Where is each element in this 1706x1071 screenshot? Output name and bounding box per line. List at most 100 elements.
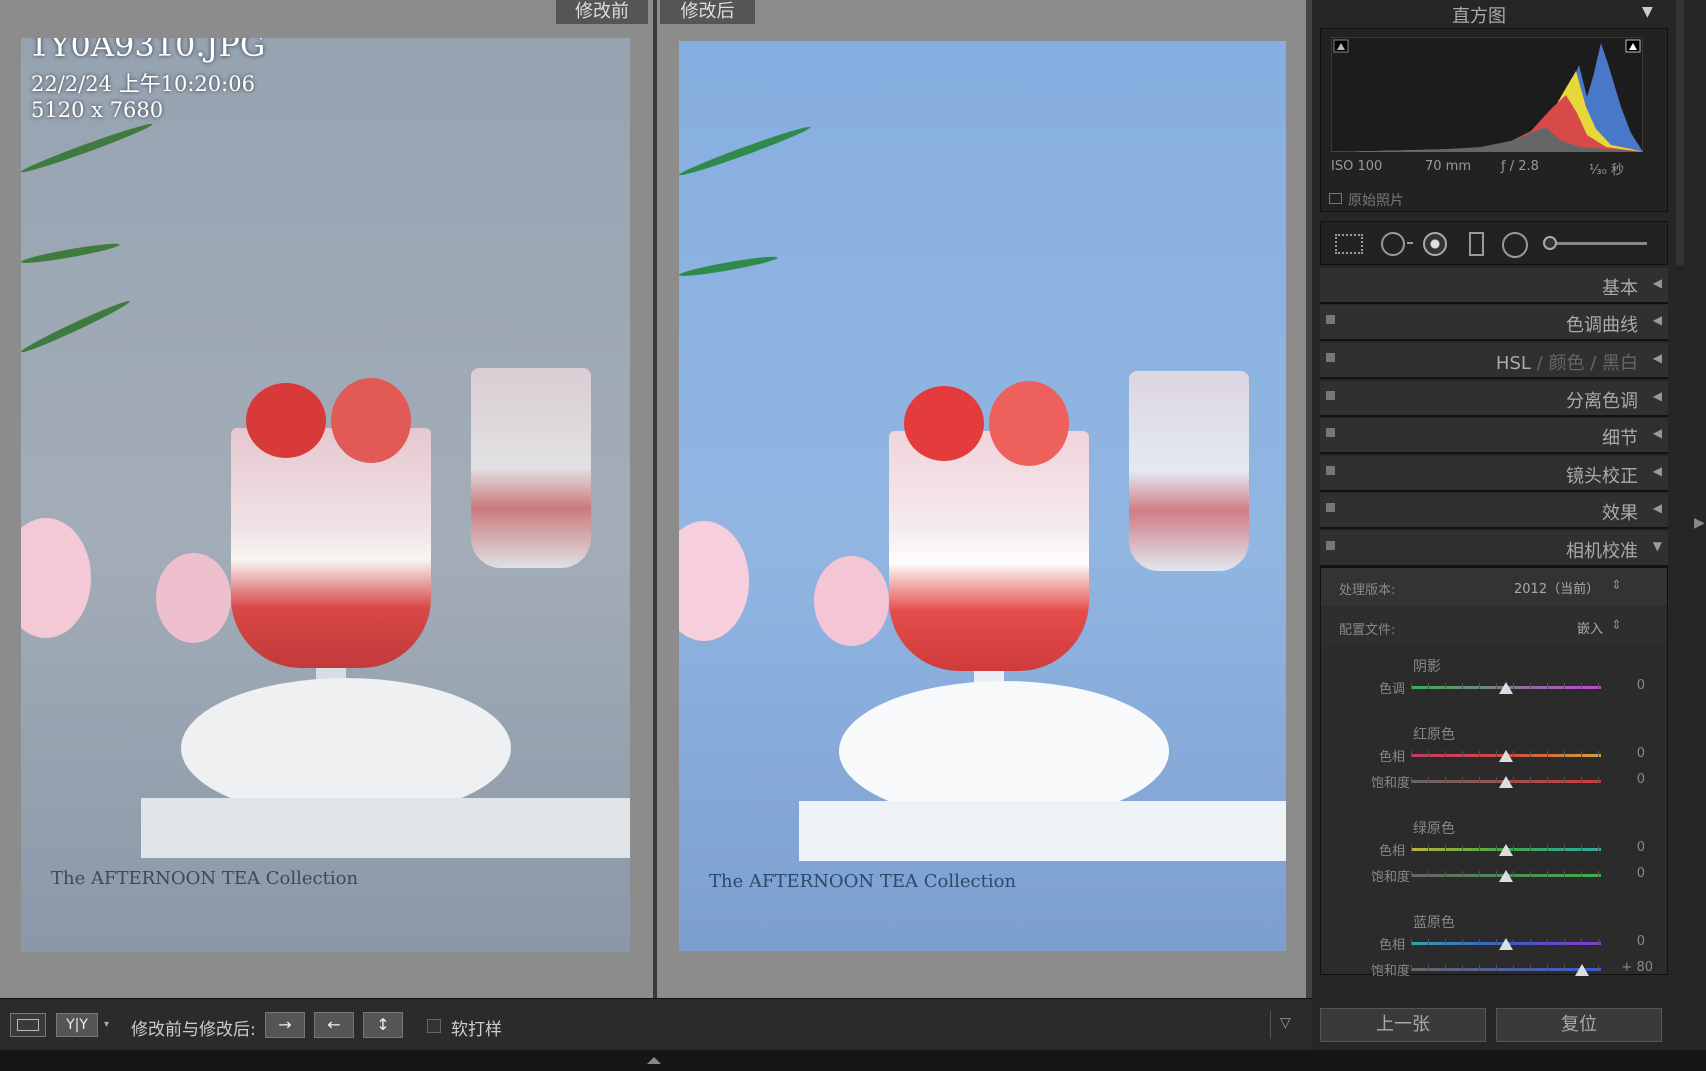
calibration-group-title: 阴影: [1413, 659, 1441, 675]
book-title: The AFTERNOON TEA Collection: [51, 868, 359, 889]
panel-split-toning[interactable]: 分离色调 ◀: [1320, 381, 1668, 417]
slider-value[interactable]: 0: [1637, 772, 1645, 787]
panel-effects[interactable]: 效果 ◀: [1320, 493, 1668, 529]
original-photo-label: 原始照片: [1348, 193, 1404, 209]
panel-camera-calibration[interactable]: 相机校准 ▼: [1320, 531, 1668, 567]
process-stepper-icon[interactable]: ⇕: [1611, 578, 1622, 593]
panel-hsl[interactable]: HSL / 颜色 / 黑白 ◀: [1320, 343, 1668, 379]
red-eye-icon[interactable]: [1423, 232, 1447, 256]
iso-value: ISO 100: [1331, 159, 1383, 174]
before-after-mode-button[interactable]: Y|Y: [56, 1013, 98, 1037]
book-title-after: The AFTERNOON TEA Collection: [709, 871, 1017, 892]
panel-toggle-icon: [1326, 391, 1335, 400]
process-label: 处理版本:: [1339, 583, 1396, 598]
copy-before-to-after-icon[interactable]: →: [265, 1012, 305, 1038]
graduated-filter-icon[interactable]: [1469, 232, 1484, 256]
profile-stepper-icon[interactable]: ⇕: [1611, 618, 1622, 633]
soft-proof-checkbox[interactable]: [427, 1019, 441, 1033]
soft-proof-label: 软打样: [451, 1020, 502, 1040]
panel-detail[interactable]: 细节 ◀: [1320, 418, 1668, 454]
calibration-group-title: 红原色: [1413, 727, 1455, 743]
brush-slider[interactable]: [1547, 242, 1647, 245]
original-photo-checkbox[interactable]: [1329, 193, 1342, 204]
chevron-down-icon[interactable]: ▾: [104, 1019, 109, 1030]
swap-icon[interactable]: ↕: [363, 1012, 403, 1038]
crop-icon[interactable]: [1335, 234, 1363, 254]
panel-expand-icon: ◀: [1652, 464, 1662, 478]
slider-label: 色相: [1379, 938, 1406, 953]
copy-after-to-before-icon[interactable]: ←: [314, 1012, 354, 1038]
panel-basic[interactable]: 基本 ◀: [1320, 268, 1668, 304]
spot-removal-icon[interactable]: [1381, 232, 1405, 256]
slider-thumb[interactable]: [1499, 776, 1513, 788]
slider-label: 色相: [1379, 844, 1406, 859]
slider-value[interactable]: 0: [1637, 866, 1645, 881]
toolbar-menu-chevron-icon[interactable]: ▽: [1280, 1015, 1291, 1031]
filmstrip-bar: [0, 1050, 1706, 1071]
slider-thumb[interactable]: [1499, 938, 1513, 950]
panel-toggle-icon: [1326, 315, 1335, 324]
panel-expand-icon: ◀: [1652, 426, 1662, 440]
loupe-view-button[interactable]: [10, 1013, 46, 1037]
panel-toggle-icon: [1326, 353, 1335, 362]
radial-filter-icon[interactable]: [1502, 232, 1528, 258]
panel-expand-icon: ◀: [1652, 389, 1662, 403]
histogram-panel: ISO 100 70 mm ƒ / 2.8 ¹⁄₃₀ 秒 原始照片: [1320, 28, 1668, 212]
panel-expand-icon: ◀: [1652, 351, 1662, 365]
before-after-label: 修改前与修改后:: [131, 1020, 256, 1040]
slider-thumb[interactable]: [1499, 682, 1513, 694]
slider-value[interactable]: 0: [1637, 678, 1645, 693]
slider-thumb[interactable]: [1499, 844, 1513, 856]
panel-tone-curve[interactable]: 色调曲线 ◀: [1320, 305, 1668, 341]
process-value[interactable]: 2012（当前）: [1514, 578, 1599, 597]
compare-view: 修改前 修改后 The AFTERNOON TEA Collection 1Y0…: [0, 0, 1312, 998]
panel-scrollbar[interactable]: [1676, 0, 1684, 265]
calibration-group-title: 绿原色: [1413, 821, 1455, 837]
slider-thumb[interactable]: [1499, 870, 1513, 882]
panel-expand-icon: ◀: [1652, 276, 1662, 290]
after-photo[interactable]: The AFTERNOON TEA Collection: [679, 41, 1286, 951]
histogram-collapse-icon[interactable]: ▼: [1642, 4, 1653, 20]
shutter-speed: ¹⁄₃₀ 秒: [1589, 163, 1624, 178]
aperture: ƒ / 2.8: [1501, 159, 1539, 174]
slider-label: 色调: [1379, 682, 1406, 697]
calibration-group-title: 蓝原色: [1413, 915, 1455, 931]
slider-label: 饱和度: [1371, 870, 1411, 885]
reset-button[interactable]: 复位: [1496, 1008, 1662, 1042]
slider-value[interactable]: 0: [1637, 840, 1645, 855]
calibration-panel: 处理版本: 2012（当前） ⇕ 配置文件: 嵌入 ⇕ 阴影 色调 0 红原色 色相 0 饱…: [1320, 567, 1668, 979]
previous-button[interactable]: 上一张: [1320, 1008, 1486, 1042]
filename: 1Y0A9310.JPG: [29, 38, 266, 64]
histogram-graph[interactable]: [1331, 37, 1643, 152]
panel-toggle-icon: [1326, 428, 1335, 437]
slider-label: 饱和度: [1371, 964, 1411, 979]
slider-ticks: [1411, 965, 1601, 971]
panel-expand-icon: ◀: [1652, 501, 1662, 515]
slider-thumb[interactable]: [1575, 964, 1589, 976]
panel-collapse-icon: ▼: [1652, 539, 1662, 553]
spot-removal-arrow-icon: [1407, 242, 1413, 244]
toolbar: Y|Y ▾ 修改前与修改后: → ← ↕ 软打样 ▽: [0, 998, 1312, 1050]
right-panel: 直方图 ▼ ISO 100 70 mm ƒ / 2.8 ¹⁄₃₀ 秒 原始照片 …: [1312, 0, 1706, 1050]
panel-toggle-icon: [1326, 541, 1335, 550]
slider-thumb[interactable]: [1499, 750, 1513, 762]
slider-value[interactable]: + 80: [1621, 960, 1653, 975]
brush-icon[interactable]: [1543, 236, 1557, 250]
panel-lens-corrections[interactable]: 镜头校正 ◀: [1320, 456, 1668, 492]
slider-label: 色相: [1379, 750, 1406, 765]
before-photo[interactable]: The AFTERNOON TEA Collection 1Y0A9310.JP…: [21, 38, 630, 952]
focal-length: 70 mm: [1425, 159, 1472, 174]
tab-before: 修改前: [556, 0, 648, 24]
toolbar-divider: [1270, 1011, 1271, 1039]
slider-value[interactable]: 0: [1637, 934, 1645, 949]
panel-expand-icon: ◀: [1652, 313, 1662, 327]
panel-toggle-icon: [1326, 503, 1335, 512]
filmstrip-toggle-icon[interactable]: [647, 1057, 661, 1064]
dimensions: 5120 x 7680: [31, 98, 164, 122]
histogram-title: 直方图: [1452, 6, 1506, 27]
slider-value[interactable]: 0: [1637, 746, 1645, 761]
profile-value[interactable]: 嵌入: [1577, 618, 1603, 637]
panel-hide-arrow-icon[interactable]: ▶: [1694, 515, 1705, 531]
datetime: 22/2/24 上午10:20:06: [31, 72, 255, 96]
tool-strip: [1320, 221, 1668, 265]
